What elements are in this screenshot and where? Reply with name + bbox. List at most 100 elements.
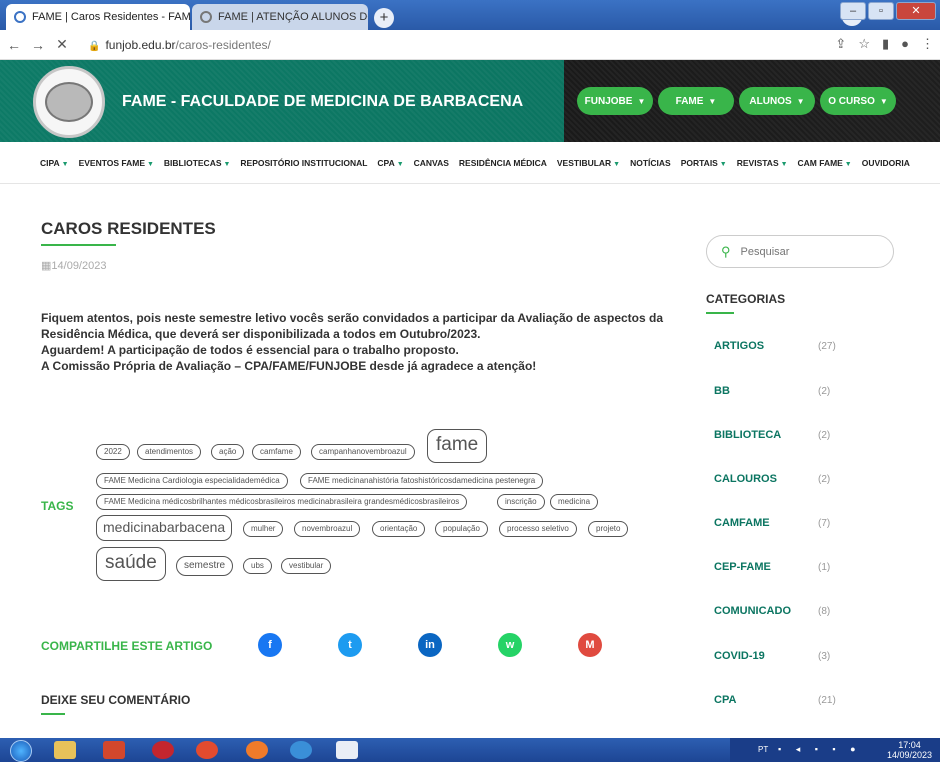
toolbar-right: ⇪ ☆ ▮ ● ⋮ (835, 36, 934, 52)
nav-item[interactable]: EVENTOS FAME ▼ (79, 158, 154, 168)
category-link[interactable]: CAMFAME (714, 517, 770, 529)
tag-link[interactable]: camfame (252, 444, 301, 460)
tag-link[interactable]: atendimentos (137, 444, 202, 460)
body-paragraph: Fiquem atentos, pois neste semestre leti… (41, 311, 664, 341)
pill-label: ALUNOS (749, 95, 792, 107)
url-field[interactable]: 🔒 funjob.edu.br/caros-residentes/ (88, 38, 271, 52)
nav-item[interactable]: CIPA ▼ (40, 158, 69, 168)
nav-item-label: OUVIDORIA (861, 157, 910, 168)
tag-link[interactable]: vestibular (281, 558, 332, 574)
nav-item-label: VESTIBULAR (556, 157, 612, 168)
tag-link[interactable]: mulher (243, 521, 284, 537)
clock-time: 17:04 (898, 740, 921, 750)
nav-item[interactable]: OUVIDORIA (862, 158, 910, 168)
nav-item[interactable]: RESIDÊNCIA MÉDICA (459, 158, 547, 168)
category-link[interactable]: ARTIGOS (714, 340, 764, 352)
internet-explorer-icon[interactable] (290, 741, 312, 759)
firefox-icon[interactable] (246, 741, 268, 759)
side-panel-icon[interactable]: ▮ (882, 36, 889, 52)
fame-logo[interactable] (33, 66, 105, 138)
tag-link[interactable]: processo seletivo (499, 521, 577, 537)
tag-link[interactable]: semestre (176, 556, 234, 576)
tag-link[interactable]: novembroazul (294, 521, 361, 537)
nav-item-label: CIPA (40, 157, 60, 168)
tag-link[interactable]: ubs (243, 558, 272, 574)
bookmark-star-icon[interactable]: ☆ (858, 36, 870, 52)
menu-pill-fame[interactable]: FAME ▼ (658, 87, 734, 115)
nav-item[interactable]: REVISTAS ▼ (737, 158, 788, 168)
close-window-button[interactable]: ✕ (896, 2, 936, 20)
nav-item-label: CAM FAME (797, 157, 843, 168)
word-icon[interactable] (336, 741, 358, 759)
tag-link[interactable]: ação (211, 444, 245, 460)
menu-pill-o-curso[interactable]: O CURSO ▼ (820, 87, 896, 115)
twitter-share-button[interactable]: t (338, 633, 362, 657)
tag-link[interactable]: saúde (96, 547, 166, 581)
search-input[interactable] (740, 245, 881, 258)
menu-pill-alunos[interactable]: ALUNOS ▼ (739, 87, 815, 115)
address-bar: ← → ✕ 🔒 funjob.edu.br/caros-residentes/ ⇪… (0, 30, 940, 60)
category-link[interactable]: COMUNICADO (714, 605, 791, 617)
linkedin-icon: in (425, 639, 435, 651)
category-link[interactable]: CEP-FAME (714, 561, 771, 573)
opera-icon[interactable] (152, 741, 174, 759)
nav-item[interactable]: CANVAS (414, 158, 449, 168)
nav-item[interactable]: REPOSITÓRIO INSTITUCIONAL (240, 158, 367, 168)
outlook-icon[interactable] (103, 741, 125, 759)
nav-item[interactable]: PORTAIS ▼ (681, 158, 727, 168)
category-link[interactable]: CALOUROS (714, 473, 777, 485)
start-button[interactable] (10, 740, 32, 762)
chrome-icon[interactable] (196, 741, 218, 759)
chevron-down-icon: ▼ (842, 160, 852, 168)
tag-link[interactable]: FAME Medicina Cardiologia especialidadem… (96, 473, 288, 489)
tray-icons[interactable]: ▪ ◂ ▪ ▪ ● (778, 744, 862, 755)
tag-link[interactable]: fame (427, 429, 488, 463)
search-box[interactable]: ⚲ (706, 235, 894, 268)
gmail-share-button[interactable]: M (578, 633, 602, 657)
nav-item[interactable]: NOTÍCIAS (630, 158, 671, 168)
category-link[interactable]: COVID-19 (714, 650, 765, 662)
share-page-icon[interactable]: ⇪ (835, 36, 846, 52)
nav-item-label: PORTAIS (680, 157, 718, 168)
tab-atencao-alunos[interactable]: FAME | ATENÇÃO ALUNOS DO 2º ✕ (192, 4, 368, 30)
tag-link[interactable]: medicinabarbacena (96, 515, 233, 541)
file-explorer-icon[interactable] (54, 741, 76, 759)
new-tab-button[interactable]: + (374, 8, 394, 28)
nav-item[interactable]: CPA ▼ (377, 158, 403, 168)
nav-item[interactable]: VESTIBULAR ▼ (557, 158, 620, 168)
stop-icon[interactable]: ✕ (52, 36, 72, 53)
lock-icon: 🔒 (88, 40, 101, 52)
category-link[interactable]: BIBLIOTECA (714, 429, 781, 441)
nav-item-label: BIBLIOTECAS (163, 157, 222, 168)
minimize-button[interactable]: – (840, 2, 866, 20)
tag-link[interactable]: FAME medicinanahistória fatoshistóricosd… (300, 473, 544, 489)
facebook-share-button[interactable]: f (258, 633, 282, 657)
forward-icon[interactable]: → (28, 37, 48, 53)
profile-icon[interactable]: ● (901, 36, 909, 52)
tag-link[interactable]: inscrição (497, 494, 545, 510)
whatsapp-share-button[interactable]: w (498, 633, 522, 657)
tab-caros-residentes[interactable]: FAME | Caros Residentes - FAME ✕ (6, 4, 190, 30)
category-link[interactable]: CPA (714, 694, 736, 706)
language-indicator[interactable]: PT (758, 745, 768, 754)
nav-item[interactable]: CAM FAME ▼ (798, 158, 852, 168)
site-title[interactable]: FAME - FACULDADE DE MEDICINA DE BARBACEN… (122, 93, 523, 111)
tag-link[interactable]: FAME Medicina médicosbrilhantes médicosb… (96, 494, 468, 510)
category-link[interactable]: BB (714, 385, 730, 397)
nav-item[interactable]: BIBLIOTECAS ▼ (164, 158, 231, 168)
chevron-down-icon: ▼ (221, 160, 231, 168)
tag-link[interactable]: campanhanovembroazul (311, 444, 415, 460)
tag-link[interactable]: medicina (550, 494, 599, 510)
system-tray: PT ▪ ◂ ▪ ▪ ● 17:04 14/09/2023 (730, 738, 940, 762)
tag-link[interactable]: 2022 (96, 444, 130, 460)
tag-link[interactable]: população (435, 521, 488, 537)
maximize-button[interactable]: ▫ (868, 2, 894, 20)
tag-link[interactable]: orientação (372, 521, 426, 537)
menu-pill-funjobe[interactable]: FUNJOBE ▼ (577, 87, 653, 115)
tag-link[interactable]: projeto (588, 521, 629, 537)
clock[interactable]: 17:04 14/09/2023 (887, 740, 932, 760)
chevron-down-icon: ▼ (59, 160, 69, 168)
back-icon[interactable]: ← (4, 37, 24, 53)
linkedin-share-button[interactable]: in (418, 633, 442, 657)
menu-kebab-icon[interactable]: ⋮ (921, 36, 934, 52)
